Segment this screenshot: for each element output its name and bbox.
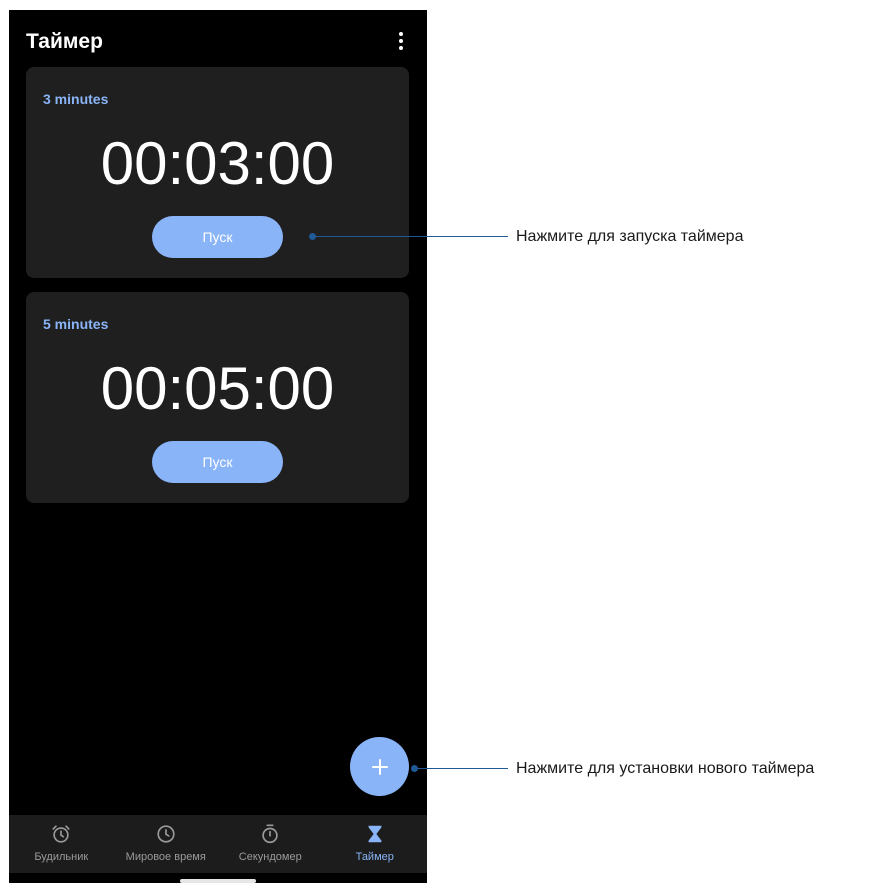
more-vertical-icon-dot [399,46,403,50]
callout-start-timer: Нажмите для запуска таймера [516,228,744,245]
timer-time-display: 00:05:00 [100,355,335,422]
nav-label: Таймер [355,851,394,863]
callout-line [415,768,508,769]
timer-app-screen: Таймер 3 minutes 00:03:00 Пуск 5 minutes… [9,10,427,883]
start-timer-button[interactable]: Пуск [152,216,283,258]
nav-item-alarm[interactable]: Будильник [9,815,114,873]
callout-line [313,236,508,237]
callout-new-timer: Нажмите для установки нового таймера [516,760,815,777]
nav-label: Мировое время [125,851,206,863]
timer-card: 5 minutes 00:05:00 Пуск [26,292,409,503]
alarm-clock-icon [52,825,70,843]
more-vertical-icon [399,32,403,36]
more-vertical-icon-dot [399,39,403,43]
add-timer-button[interactable] [350,737,409,796]
nav-item-world-clock[interactable]: Мировое время [114,815,219,873]
nav-item-stopwatch[interactable]: Секундомер [218,815,323,873]
home-indicator[interactable] [180,879,256,883]
timer-time-display: 00:03:00 [100,130,335,197]
plus-icon [371,758,388,775]
clock-icon [157,825,175,843]
timer-card: 3 minutes 00:03:00 Пуск [26,67,409,278]
start-timer-button[interactable]: Пуск [152,441,283,483]
stopwatch-icon [262,824,278,844]
more-options-button[interactable] [389,26,413,56]
nav-item-timer[interactable]: Таймер [323,815,428,873]
nav-label: Будильник [34,851,89,863]
timer-label[interactable]: 5 minutes [43,316,108,332]
hourglass-icon [368,825,382,843]
timer-label[interactable]: 3 minutes [43,91,108,107]
bottom-navigation: Будильник Мировое время Секундомер Тайме… [9,815,427,873]
page-title: Таймер [26,30,103,53]
nav-label: Секундомер [238,851,302,863]
